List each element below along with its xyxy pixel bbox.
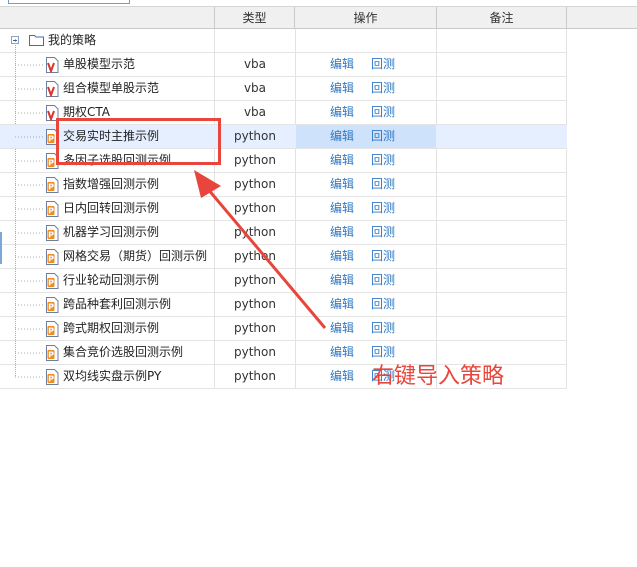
annotation-text: 右键导入策略 [372,364,505,389]
annotation-arrow-icon [194,170,327,329]
